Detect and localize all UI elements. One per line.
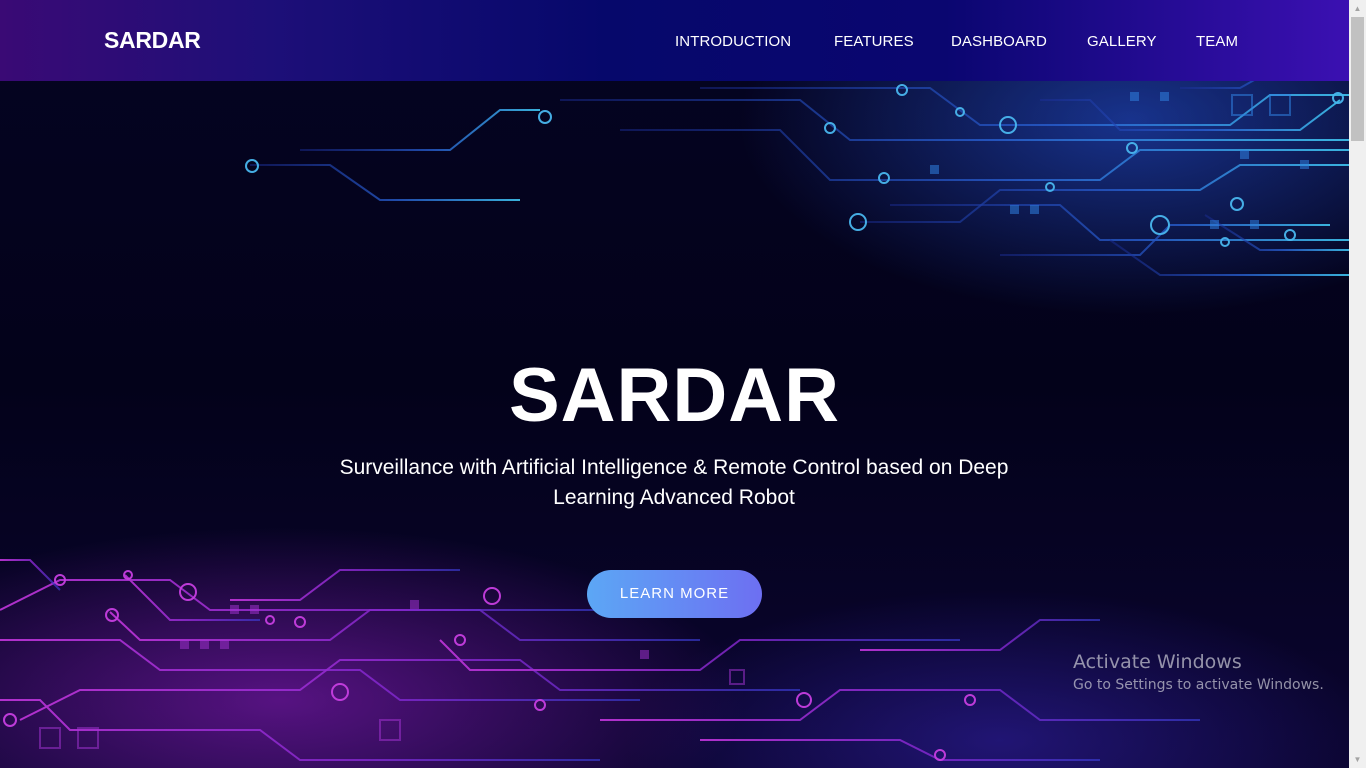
nav-item-introduction[interactable]: INTRODUCTION bbox=[675, 33, 791, 50]
hero-subtitle: Surveillance with Artificial Intelligenc… bbox=[339, 456, 1009, 509]
page: SARDAR INTRODUCTION FEATURES DASHBOARD G… bbox=[0, 0, 1349, 768]
hero-title: SARDAR bbox=[508, 353, 841, 438]
top-navbar: SARDAR INTRODUCTION FEATURES DASHBOARD G… bbox=[0, 0, 1349, 81]
scroll-down-arrow-icon[interactable]: ▼ bbox=[1349, 751, 1366, 768]
vertical-scrollbar[interactable]: ▲ ▼ bbox=[1349, 0, 1366, 768]
nav-item-dashboard[interactable]: DASHBOARD bbox=[951, 33, 1047, 50]
scrollbar-thumb[interactable] bbox=[1351, 17, 1364, 141]
nav-item-gallery[interactable]: GALLERY bbox=[1087, 33, 1157, 50]
brand-logo-link[interactable]: SARDAR bbox=[104, 27, 201, 54]
nav-item-features[interactable]: FEATURES bbox=[834, 33, 914, 50]
scroll-up-arrow-icon[interactable]: ▲ bbox=[1349, 0, 1366, 17]
activate-windows-title: Activate Windows bbox=[1073, 651, 1242, 673]
learn-more-button[interactable]: LEARN MORE bbox=[587, 570, 762, 618]
nav-item-team[interactable]: TEAM bbox=[1196, 33, 1238, 50]
activate-windows-subtitle: Go to Settings to activate Windows. bbox=[1073, 677, 1324, 693]
